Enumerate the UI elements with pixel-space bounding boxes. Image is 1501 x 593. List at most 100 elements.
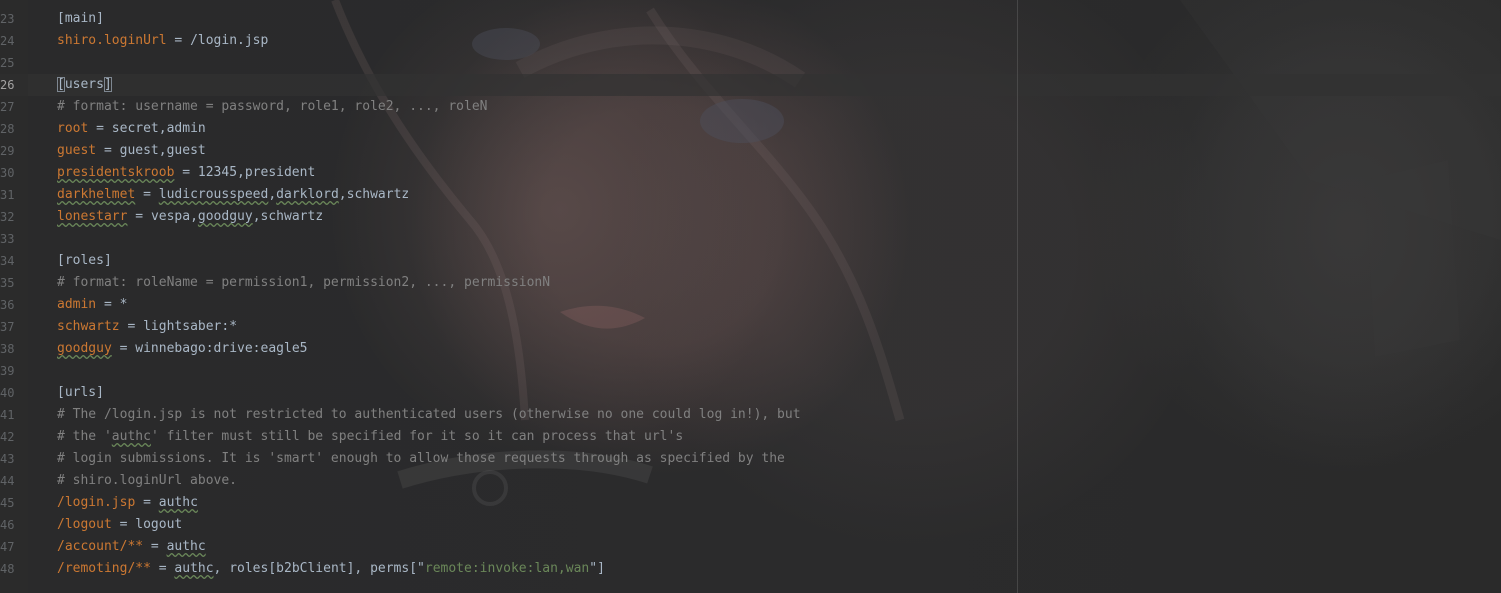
code-text[interactable]: root = secret,admin [57,118,206,140]
line-number: 23 [0,12,15,26]
code-line[interactable]: 29 guest = guest,guest [0,140,1501,162]
code-token: /logout [57,517,112,532]
code-token: authc [158,495,198,510]
code-token: /login.jsp [57,495,136,510]
code-token: 12345,president [197,165,316,180]
code-token: authc [111,429,151,444]
code-line[interactable]: 40 [urls] [0,382,1501,404]
code-line[interactable]: 46/logout = logout [0,514,1501,536]
code-token: remote:invoke:lan,wan [424,561,590,576]
line-number: 41 [0,408,15,422]
code-token: = [135,495,159,510]
code-text[interactable]: /account/** = authc [57,536,206,558]
code-text[interactable]: [main] [57,8,104,30]
code-line[interactable]: 27 # format: username = password, role1, … [0,96,1501,118]
code-line[interactable]: 39 [0,360,1501,382]
code-text[interactable]: /login.jsp = authc [57,492,198,514]
code-token: darkhelmet [57,187,136,202]
code-line[interactable]: 23 [main] [0,8,1501,30]
code-token: presidentskroob [57,165,175,180]
code-token: [roles] [57,253,112,268]
code-line[interactable]: 26 [users] [0,74,1501,96]
code-token: # login submissions. It is 'smart' enoug… [57,451,785,466]
code-text[interactable]: # The /login.jsp is not restricted to au… [57,404,801,426]
code-line[interactable]: 47/account/** = authc [0,536,1501,558]
code-editor[interactable]: 23 [main] 24 shiro.loginUrl = /login.jsp 25 2… [0,0,1501,593]
code-line[interactable]: 34 [roles] [0,250,1501,272]
code-text[interactable]: # format: username = password, role1, ro… [57,96,487,118]
code-lines[interactable]: 23 [main] 24 shiro.loginUrl = /login.jsp 25 2… [0,8,1501,580]
code-line[interactable]: 25 [0,52,1501,74]
code-text[interactable]: [urls] [57,382,104,404]
code-token: [main] [57,11,104,26]
code-line[interactable]: 36 admin = * [0,294,1501,316]
code-line[interactable]: 38 goodguy = winnebago:drive:eagle5 [0,338,1501,360]
line-number: 32 [0,210,15,224]
code-token: = [96,143,120,158]
code-text[interactable]: lonestarr = vespa,goodguy,schwartz [57,206,323,228]
code-text[interactable]: shiro.loginUrl = /login.jsp [57,30,268,52]
line-number: 38 [0,342,15,356]
code-token: /remoting/** [57,561,151,576]
code-text[interactable]: /remoting/** = authc, roles[b2bClient], … [57,558,605,580]
code-token: guest,guest [119,143,206,158]
code-text[interactable]: admin = * [57,294,127,316]
code-token: = [143,539,167,554]
code-text[interactable]: # shiro.loginUrl above. [57,470,237,492]
code-line[interactable]: 30 presidentskroob = 12345,president [0,162,1501,184]
code-text[interactable]: /logout = logout [57,514,182,536]
code-token: shiro.loginUrl [57,33,167,48]
line-number: 28 [0,122,15,136]
code-line[interactable]: 45/login.jsp = authc [0,492,1501,514]
code-token: ] [103,77,112,92]
code-token: = [96,297,120,312]
code-line[interactable]: 24 shiro.loginUrl = /login.jsp [0,30,1501,52]
line-number: 45 [0,496,15,510]
code-text[interactable]: [roles] [57,250,112,272]
code-line[interactable]: 44 # shiro.loginUrl above. [0,470,1501,492]
code-token: darklord [276,187,339,202]
code-line[interactable]: 33 [0,228,1501,250]
line-number: 27 [0,100,15,114]
line-number: 39 [0,364,15,378]
code-text[interactable]: goodguy = winnebago:drive:eagle5 [57,338,307,360]
line-number: 26 [0,78,15,92]
code-line[interactable]: 31 darkhelmet = ludicrousspeed,darklord,s… [0,184,1501,206]
code-text[interactable]: # the 'authc' filter must still be speci… [57,426,683,448]
code-token: # The /login.jsp is not restricted to au… [57,407,801,422]
code-text[interactable]: guest = guest,guest [57,140,206,162]
code-token: , [268,187,277,202]
line-number: 37 [0,320,15,334]
code-text[interactable]: [users] [57,74,112,96]
code-text[interactable]: # login submissions. It is 'smart' enoug… [57,448,785,470]
code-token: winnebago:drive:eagle5 [135,341,308,356]
code-token: secret,admin [111,121,206,136]
code-token: * [119,297,128,312]
code-line[interactable]: 35 # format: roleName = permission1, perm… [0,272,1501,294]
code-text[interactable]: darkhelmet = ludicrousspeed,darklord,sch… [57,184,409,206]
code-token: /account/** [57,539,144,554]
code-line[interactable]: 32 lonestarr = vespa,goodguy,schwartz [0,206,1501,228]
code-line[interactable]: 48/remoting/** = authc, roles[b2bClient]… [0,558,1501,580]
code-line[interactable]: 42 # the 'authc' filter must still be spe… [0,426,1501,448]
code-token: = [111,341,136,356]
code-line[interactable]: 37 schwartz = lightsaber:* [0,316,1501,338]
code-token: = [150,561,175,576]
code-text[interactable]: schwartz = lightsaber:* [57,316,237,338]
code-text[interactable]: presidentskroob = 12345,president [57,162,315,184]
code-text[interactable]: # format: roleName = permission1, permis… [57,272,550,294]
code-token: = [166,33,191,48]
code-token: ,schwartz [338,187,410,202]
code-token: lonestarr [57,209,128,224]
code-token: = [119,319,144,334]
line-number: 31 [0,188,15,202]
code-line[interactable]: 43 # login submissions. It is 'smart' eno… [0,448,1501,470]
code-token: ' filter must still be specified for it … [150,429,684,444]
line-number: 30 [0,166,15,180]
line-number: 25 [0,56,15,70]
line-number: 29 [0,144,15,158]
code-token: = [135,187,159,202]
code-token: ludicrousspeed [158,187,269,202]
code-line[interactable]: 28 root = secret,admin [0,118,1501,140]
code-line[interactable]: 41 # The /login.jsp is not restricted to … [0,404,1501,426]
